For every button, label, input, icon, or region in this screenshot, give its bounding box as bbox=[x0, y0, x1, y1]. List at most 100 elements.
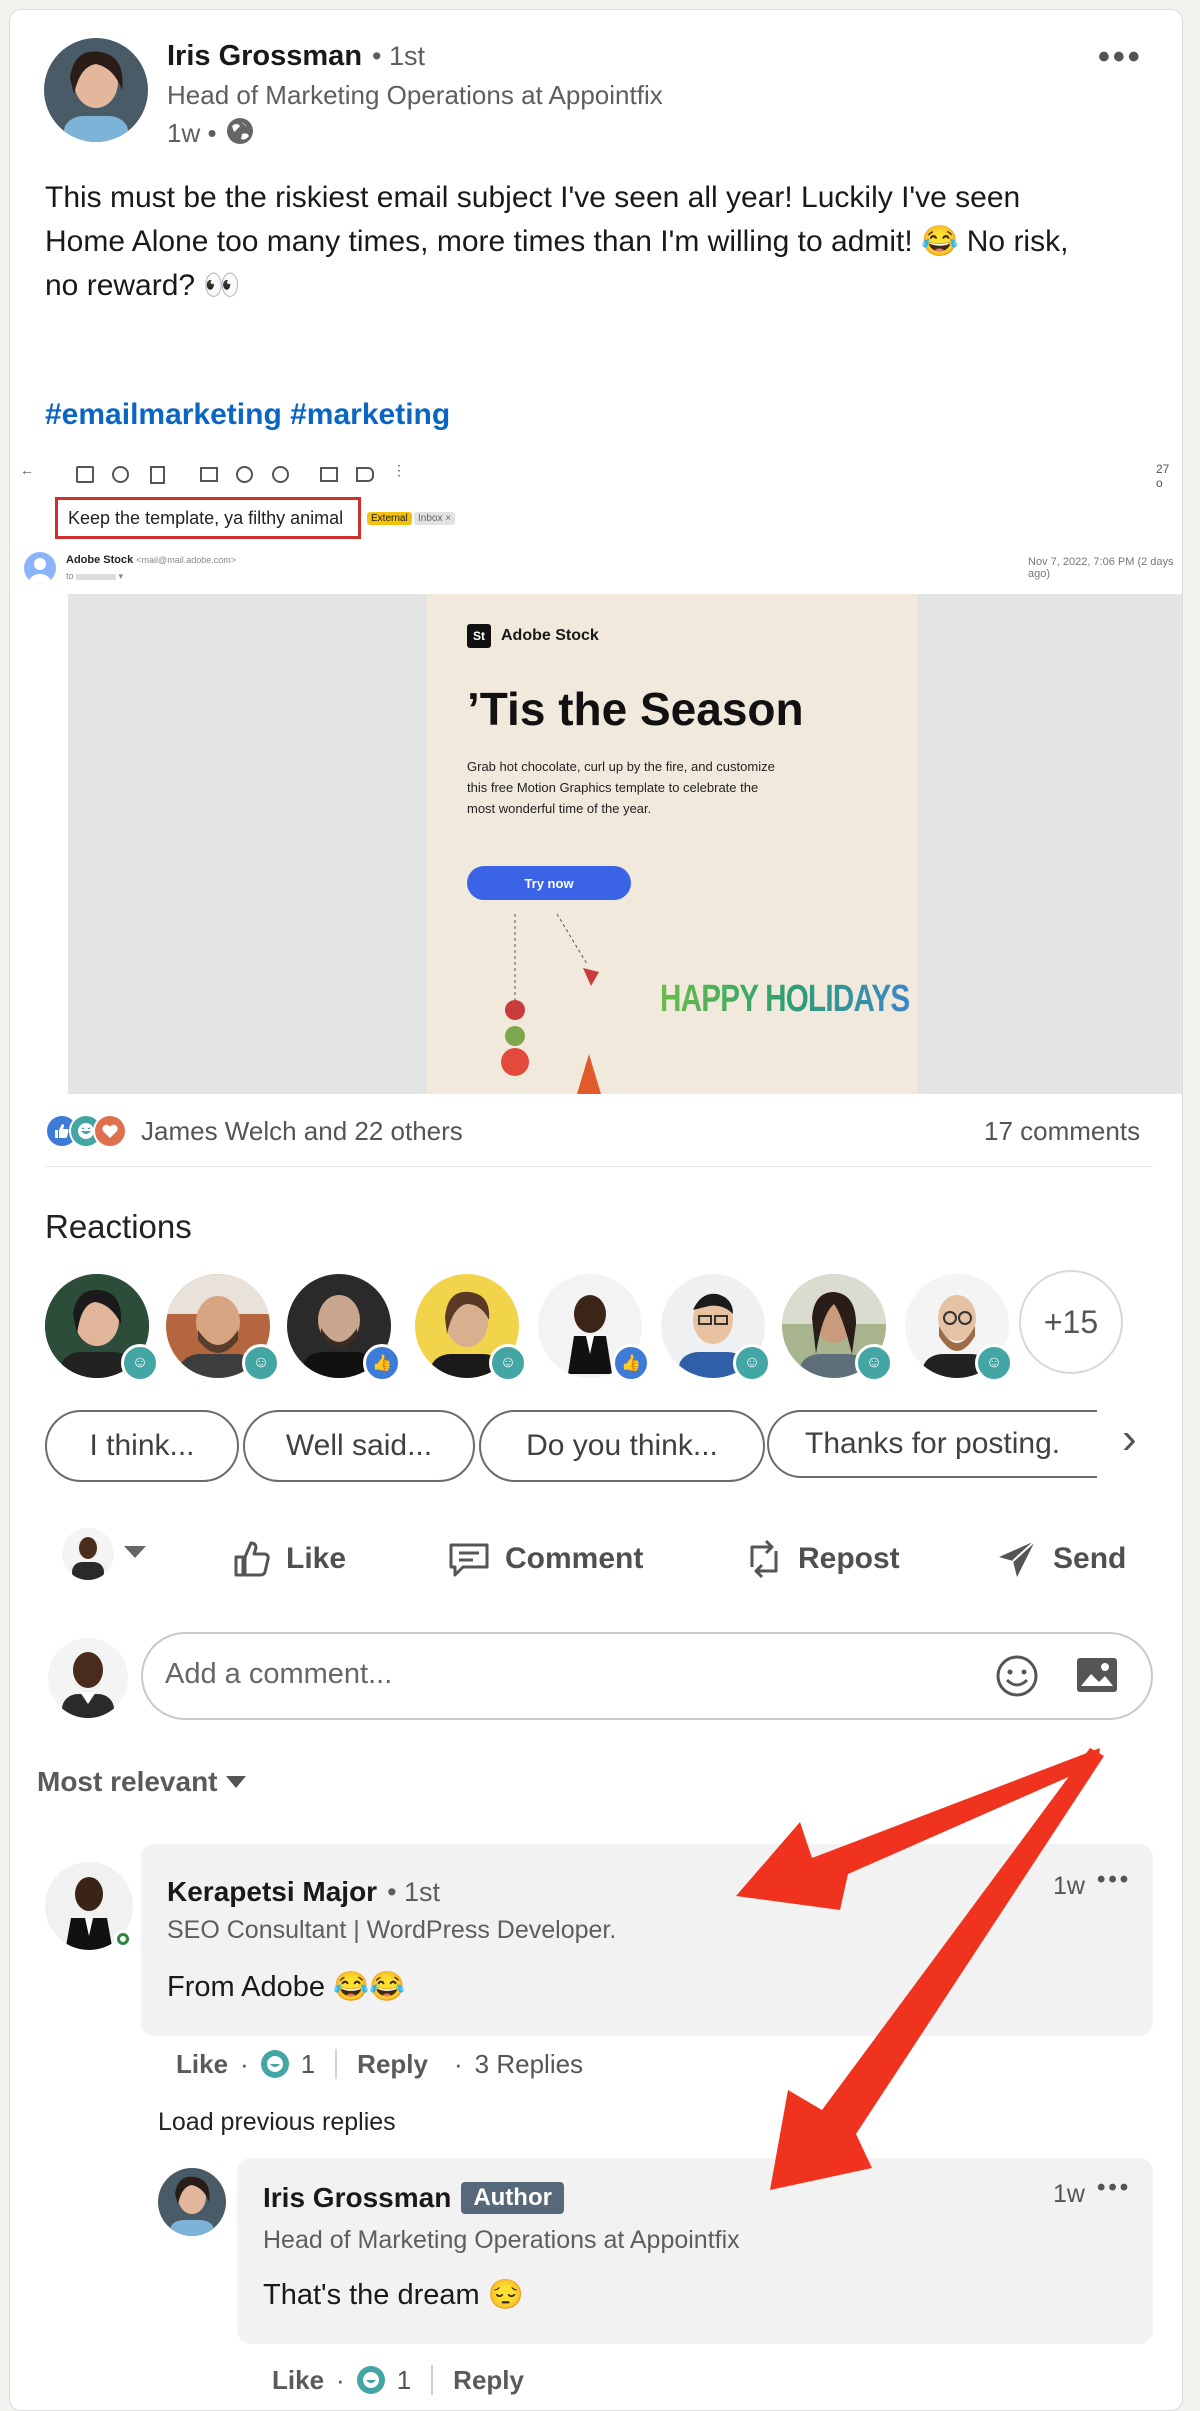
email-subject-text: Keep the template, ya filthy animal bbox=[68, 507, 344, 528]
reply-menu-button[interactable]: ••• bbox=[1097, 2174, 1131, 2202]
reply-reaction-count[interactable]: 1 bbox=[397, 2365, 411, 2396]
post-text: This must be the riskiest email subject … bbox=[45, 176, 1155, 308]
more-reactors-count: +15 bbox=[1043, 1303, 1099, 1340]
post-text-line: This must be the riskiest email subject … bbox=[45, 181, 1021, 214]
replies-count-link[interactable]: 3 Replies bbox=[475, 2049, 583, 2080]
archive-icon bbox=[76, 466, 94, 483]
suggestion-chip[interactable]: Do you think... bbox=[479, 1410, 765, 1482]
reactors-summary[interactable]: James Welch and 22 others bbox=[141, 1116, 463, 1147]
repost-label: Repost bbox=[798, 1542, 900, 1575]
online-status-dot bbox=[114, 1930, 132, 1948]
laugh-badge-icon: ☺ bbox=[975, 1344, 1013, 1382]
actor-selector[interactable] bbox=[62, 1528, 146, 1580]
comment-label: Comment bbox=[505, 1542, 644, 1575]
actor-avatar bbox=[62, 1528, 114, 1580]
email-cta-label: Try now bbox=[524, 875, 574, 891]
comment-input[interactable]: Add a comment... bbox=[141, 1632, 1153, 1720]
like-label: Like bbox=[286, 1542, 347, 1575]
like-badge-icon: 👍 bbox=[612, 1344, 650, 1382]
author-badge: Author bbox=[461, 2182, 564, 2214]
adobe-stock-logo: St bbox=[467, 624, 491, 648]
post-card: Iris Grossman • 1st Head of Marketing Op… bbox=[9, 9, 1183, 2411]
suggestion-label: Well said... bbox=[285, 1429, 433, 1462]
chevron-right-icon[interactable]: › bbox=[1122, 1414, 1137, 1464]
suggestion-label: I think... bbox=[89, 1429, 195, 1462]
email-toolbar: ← ⋮ 27 o bbox=[20, 462, 1170, 490]
post-hashtags[interactable]: #emailmarketing #marketing bbox=[45, 398, 450, 432]
comment-like-button[interactable]: Like bbox=[176, 2049, 228, 2080]
reply-like-button[interactable]: Like bbox=[272, 2365, 324, 2396]
connection-degree: • 1st bbox=[372, 41, 426, 71]
reply-bubble: Iris Grossman Author Head of Marketing O… bbox=[237, 2158, 1153, 2344]
sender-avatar bbox=[24, 552, 56, 584]
more-reactors-button[interactable]: +15 bbox=[1019, 1270, 1123, 1374]
post-menu-button[interactable]: ••• bbox=[1098, 38, 1143, 77]
post-text-line: no reward? 👀 bbox=[45, 269, 241, 302]
laugh-reaction-icon bbox=[260, 2050, 289, 2078]
repost-icon bbox=[750, 1539, 778, 1579]
reply-actions: Like · 1 Reply bbox=[272, 2362, 524, 2398]
recipient-label: to bbox=[66, 571, 74, 581]
current-user-avatar bbox=[48, 1638, 128, 1718]
send-icon bbox=[999, 1540, 1036, 1577]
sort-dropdown[interactable]: Most relevant bbox=[37, 1766, 246, 1798]
sender-email: <mail@mail.adobe.com> bbox=[136, 555, 236, 565]
author-name[interactable]: Iris Grossman bbox=[167, 40, 362, 73]
email-date: Nov 7, 2022, 7:06 PM (2 days ago) bbox=[1028, 556, 1174, 580]
post-image[interactable]: ← ⋮ 27 o Keep the template, ya filthy an… bbox=[10, 450, 1182, 1094]
tag-inbox: Inbox × bbox=[414, 512, 456, 525]
author-avatar[interactable] bbox=[44, 38, 148, 142]
divider bbox=[45, 1166, 1153, 1167]
comment-menu-button[interactable]: ••• bbox=[1097, 1866, 1131, 1894]
laugh-badge-icon: ☺ bbox=[121, 1344, 159, 1382]
love-reaction-icon bbox=[93, 1114, 127, 1148]
suggestion-chip[interactable]: Thanks for posting. bbox=[767, 1410, 1097, 1478]
clock-icon bbox=[236, 466, 253, 483]
email-cta-button: Try now bbox=[467, 866, 631, 900]
comment-reaction-count[interactable]: 1 bbox=[301, 2049, 315, 2080]
suggestion-chip[interactable]: I think... bbox=[45, 1410, 239, 1482]
repost-button[interactable]: Repost bbox=[744, 1536, 900, 1582]
emoji-icon[interactable] bbox=[995, 1654, 1039, 1703]
task-icon bbox=[272, 466, 289, 483]
email-headline: ’Tis the Season bbox=[467, 683, 804, 735]
comment-icon bbox=[449, 1543, 489, 1577]
image-icon[interactable] bbox=[1075, 1656, 1119, 1701]
sort-label: Most relevant bbox=[37, 1766, 218, 1797]
separator-dot: · bbox=[336, 2364, 345, 2395]
divider bbox=[335, 2049, 338, 2079]
separator-dot: · bbox=[453, 2048, 463, 2079]
delete-icon bbox=[150, 466, 165, 484]
comments-count[interactable]: 17 comments bbox=[984, 1116, 1140, 1147]
divider bbox=[431, 2365, 434, 2395]
commenter-name[interactable]: Kerapetsi Major bbox=[167, 1876, 377, 1908]
reply-author-headline: Head of Marketing Operations at Appointf… bbox=[263, 2226, 740, 2254]
commenter-headline: SEO Consultant | WordPress Developer. bbox=[167, 1916, 617, 1944]
suggestion-chip[interactable]: Well said... bbox=[243, 1410, 475, 1482]
reactions-title: Reactions bbox=[45, 1208, 192, 1245]
suggestion-label: Thanks for posting. bbox=[805, 1427, 1061, 1460]
caret-down-icon bbox=[124, 1545, 146, 1563]
email-subject: Keep the template, ya filthy animal bbox=[55, 497, 361, 539]
laugh-reaction-icon bbox=[356, 2366, 385, 2394]
comment-text: From Adobe 😂😂 bbox=[167, 1971, 406, 2003]
thumbs-up-icon bbox=[234, 1541, 270, 1577]
suggestion-label: Do you think... bbox=[526, 1429, 718, 1462]
ornaments-illustration bbox=[501, 914, 601, 1094]
recipient: to ▾ bbox=[66, 571, 123, 582]
folder-icon bbox=[320, 467, 338, 482]
post-text-line: Home Alone too many times, more times th… bbox=[45, 225, 1069, 258]
load-previous-replies[interactable]: Load previous replies bbox=[158, 2108, 396, 2137]
reply-author-name[interactable]: Iris Grossman bbox=[263, 2182, 451, 2214]
globe-icon bbox=[225, 116, 255, 151]
comment-reply-button[interactable]: Reply bbox=[357, 2049, 428, 2080]
reply-reply-button[interactable]: Reply bbox=[453, 2365, 524, 2396]
reply-author-avatar[interactable] bbox=[158, 2168, 226, 2236]
comment-button[interactable]: Comment bbox=[447, 1536, 643, 1582]
caret-down-icon bbox=[225, 1776, 246, 1788]
reaction-icons[interactable] bbox=[45, 1114, 141, 1148]
label-icon bbox=[356, 467, 374, 482]
like-button[interactable]: Like bbox=[232, 1536, 346, 1582]
send-button[interactable]: Send bbox=[995, 1536, 1126, 1582]
back-arrow-icon: ← bbox=[20, 462, 34, 478]
